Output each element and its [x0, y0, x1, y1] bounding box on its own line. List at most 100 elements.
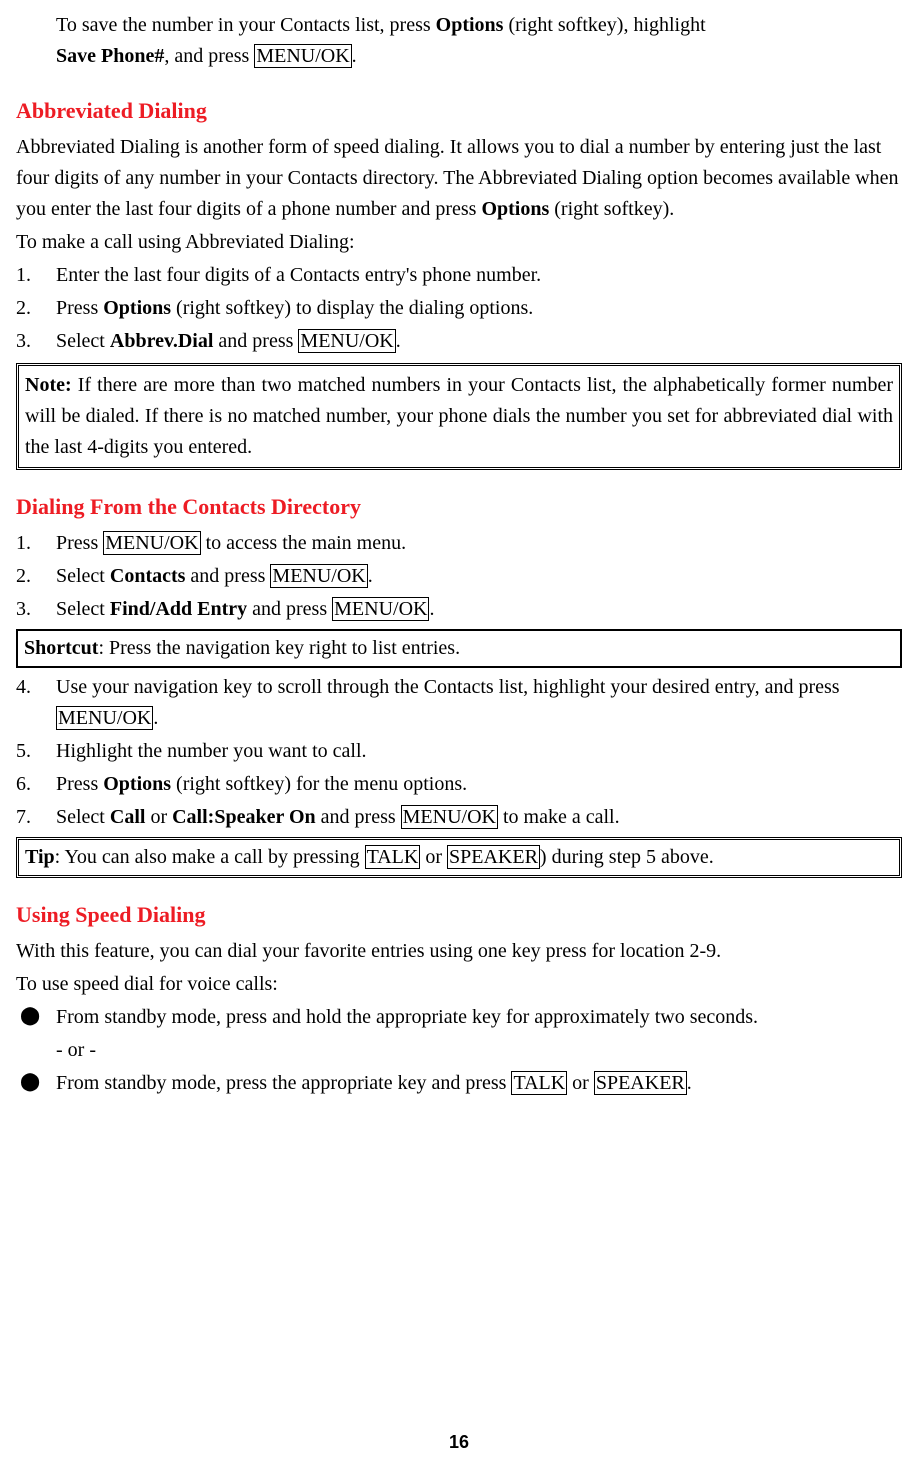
tip-box: Tip: You can also make a call by pressin… [16, 837, 902, 878]
note-box: Note: If there are more than two matched… [16, 363, 902, 470]
talk-key: TALK [511, 1071, 567, 1095]
menu-ok-key: MENU/OK [401, 805, 498, 829]
step-text: Press Options (right softkey) to display… [56, 293, 902, 324]
text: Press [56, 773, 103, 795]
text: or [567, 1072, 594, 1094]
text: and press [247, 598, 332, 620]
speed-heading: Using Speed Dialing [16, 898, 902, 932]
menu-ok-key: MENU/OK [270, 564, 367, 588]
text: . [396, 330, 401, 352]
bullet-icon: ⬤ [16, 1068, 56, 1099]
contacts-steps: 1. Press MENU/OK to access the main menu… [16, 528, 902, 625]
text: or [420, 846, 447, 868]
text: Press [56, 297, 103, 319]
abbrev-description: Abbreviated Dialing is another form of s… [16, 132, 902, 225]
call-speaker-label: Call:Speaker On [172, 806, 316, 828]
save-phone-label: Save Phone# [56, 45, 164, 67]
contacts-heading: Dialing From the Contacts Directory [16, 490, 902, 524]
step-number: 1. [16, 528, 56, 559]
step-text: Press Options (right softkey) for the me… [56, 769, 902, 800]
list-item: ⬤ From standby mode, press and hold the … [16, 1002, 902, 1033]
step-number: 6. [16, 769, 56, 800]
abbrev-dial-label: Abbrev.Dial [110, 330, 214, 352]
text: (right softkey) to display the dialing o… [171, 297, 533, 319]
text: or [145, 806, 172, 828]
text: Use your navigation key to scroll throug… [56, 676, 840, 698]
step-text: Enter the last four digits of a Contacts… [56, 260, 902, 291]
step-text: Select Find/Add Entry and press MENU/OK. [56, 594, 902, 625]
text: Select [56, 565, 110, 587]
text: Select [56, 598, 110, 620]
text: and press [316, 806, 401, 828]
list-item: 6. Press Options (right softkey) for the… [16, 769, 902, 800]
bullet-text: From standby mode, press the appropriate… [56, 1068, 902, 1099]
menu-ok-key: MENU/OK [103, 531, 200, 555]
bullet-text: From standby mode, press and hold the ap… [56, 1002, 902, 1033]
step-text: Press MENU/OK to access the main menu. [56, 528, 902, 559]
step-text: Select Call or Call:Speaker On and press… [56, 802, 902, 833]
abbrev-lead: To make a call using Abbreviated Dialing… [16, 227, 902, 258]
text: From standby mode, press the appropriate… [56, 1072, 511, 1094]
text: (right softkey). [549, 198, 674, 220]
text: (right softkey), highlight [503, 14, 705, 36]
text: ) during step 5 above. [540, 846, 714, 868]
contacts-steps-cont: 4. Use your navigation key to scroll thr… [16, 672, 902, 833]
step-number: 3. [16, 594, 56, 625]
or-separator: - or - [56, 1035, 902, 1066]
talk-key: TALK [365, 845, 421, 869]
text: and press [185, 565, 270, 587]
note-label: Note: [25, 374, 72, 396]
find-add-label: Find/Add Entry [110, 598, 247, 620]
list-item: 1. Enter the last four digits of a Conta… [16, 260, 902, 291]
shortcut-label: Shortcut [24, 637, 98, 659]
options-label: Options [103, 297, 171, 319]
step-text: Select Abbrev.Dial and press MENU/OK. [56, 326, 902, 357]
text: to access the main menu. [201, 532, 407, 554]
speed-bullets: ⬤ From standby mode, press and hold the … [16, 1002, 902, 1033]
step-number: 5. [16, 736, 56, 767]
text: . [687, 1072, 692, 1094]
shortcut-box: Shortcut: Press the navigation key right… [16, 629, 902, 668]
text: . [153, 707, 158, 729]
step-number: 3. [16, 326, 56, 357]
step-number: 7. [16, 802, 56, 833]
text: Abbreviated Dialing is another form of s… [16, 136, 899, 220]
text: (right softkey) for the menu options. [171, 773, 467, 795]
step-number: 2. [16, 293, 56, 324]
speed-lead: To use speed dial for voice calls: [16, 969, 902, 1000]
options-label: Options [436, 14, 504, 36]
step-number: 4. [16, 672, 56, 734]
abbrev-heading: Abbreviated Dialing [16, 94, 902, 128]
menu-ok-key: MENU/OK [56, 706, 153, 730]
list-item: 7. Select Call or Call:Speaker On and pr… [16, 802, 902, 833]
list-item: 3. Select Abbrev.Dial and press MENU/OK. [16, 326, 902, 357]
text: . [352, 45, 357, 67]
menu-ok-key: MENU/OK [298, 329, 395, 353]
step-text: Use your navigation key to scroll throug… [56, 672, 902, 734]
intro-paragraph: To save the number in your Contacts list… [16, 10, 902, 72]
options-label: Options [481, 198, 549, 220]
abbrev-steps: 1. Enter the last four digits of a Conta… [16, 260, 902, 357]
list-item: 5. Highlight the number you want to call… [16, 736, 902, 767]
speed-bullets-2: ⬤ From standby mode, press the appropria… [16, 1068, 902, 1099]
list-item: 2. Press Options (right softkey) to disp… [16, 293, 902, 324]
text: : You can also make a call by pressing [55, 846, 365, 868]
text: Press [56, 532, 103, 554]
list-item: 1. Press MENU/OK to access the main menu… [16, 528, 902, 559]
text: to make a call. [498, 806, 620, 828]
list-item: 3. Select Find/Add Entry and press MENU/… [16, 594, 902, 625]
list-item: 2. Select Contacts and press MENU/OK. [16, 561, 902, 592]
speed-desc: With this feature, you can dial your fav… [16, 936, 902, 967]
contacts-label: Contacts [110, 565, 186, 587]
bullet-icon: ⬤ [16, 1002, 56, 1033]
list-item: 4. Use your navigation key to scroll thr… [16, 672, 902, 734]
page-number: 16 [0, 1429, 918, 1457]
menu-ok-key: MENU/OK [254, 44, 351, 68]
step-text: Select Contacts and press MENU/OK. [56, 561, 902, 592]
menu-ok-key: MENU/OK [332, 597, 429, 621]
options-label: Options [103, 773, 171, 795]
shortcut-text: : Press the navigation key right to list… [98, 637, 460, 659]
text: . [429, 598, 434, 620]
list-item: ⬤ From standby mode, press the appropria… [16, 1068, 902, 1099]
note-text: If there are more than two matched numbe… [25, 374, 893, 458]
